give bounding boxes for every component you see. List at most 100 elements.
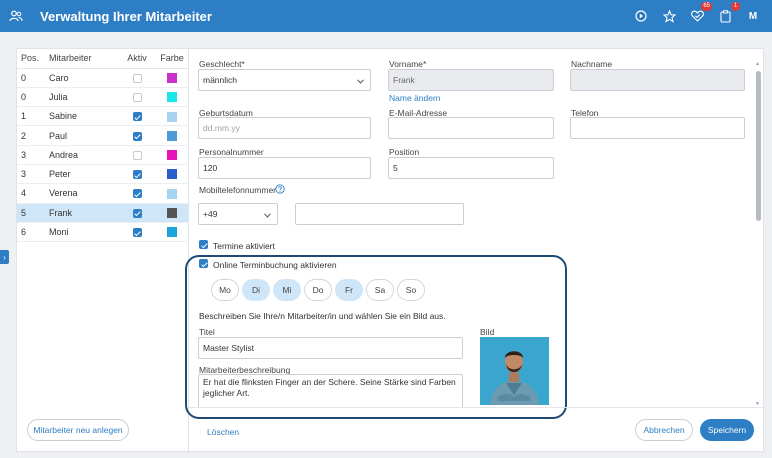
row-active-checkbox[interactable]: [132, 93, 142, 102]
row-pos: 6: [17, 222, 49, 243]
table-row[interactable]: 5 Frank: [17, 203, 189, 223]
day-toggle-sa[interactable]: Sa: [366, 279, 394, 301]
heart-check-icon[interactable]: 65: [690, 2, 712, 23]
appointments-label: Termine aktiviert: [213, 241, 275, 251]
clipboard-icon[interactable]: 1: [718, 2, 740, 23]
row-color-swatch[interactable]: [167, 169, 177, 180]
row-color-swatch[interactable]: [167, 208, 177, 219]
row-name: Sabine: [49, 106, 119, 127]
row-active-checkbox[interactable]: [132, 112, 142, 122]
row-color-swatch[interactable]: [167, 150, 177, 161]
table-row[interactable]: 0 Julia: [17, 87, 189, 108]
row-active-checkbox[interactable]: [132, 73, 142, 83]
row-active-cell: [119, 87, 155, 108]
birthdate-input[interactable]: dd.mm.yy: [198, 117, 371, 139]
save-button[interactable]: Speichern: [700, 419, 754, 441]
user-avatar[interactable]: M: [746, 9, 760, 23]
delete-link[interactable]: Löschen: [207, 427, 239, 437]
row-color-cell: [155, 106, 189, 127]
col-name: Mitarbeiter: [49, 49, 119, 69]
employee-list-panel: Pos. Mitarbeiter Aktiv Farbe 0 Caro 0 Julia…: [17, 49, 189, 453]
table-row[interactable]: 3 Peter: [17, 164, 189, 185]
play-circle-icon[interactable]: [634, 9, 648, 23]
col-pos: Pos.: [17, 49, 49, 69]
day-toggle-mi[interactable]: Mi: [273, 279, 301, 301]
row-pos: 0: [17, 68, 49, 88]
title-input[interactable]: Master Stylist: [198, 337, 463, 359]
online-booking-description: Beschreiben Sie Ihre/n Mitarbeiter/in un…: [199, 311, 446, 321]
row-color-swatch[interactable]: [167, 130, 177, 141]
country-code-value: +49: [203, 209, 218, 219]
country-code-select[interactable]: +49: [198, 203, 278, 225]
position-value: 5: [393, 163, 398, 173]
day-toggle-do[interactable]: Do: [304, 279, 332, 301]
row-active-cell: [119, 164, 155, 185]
day-toggle-so[interactable]: So: [397, 279, 425, 301]
table-row[interactable]: 6 Moni: [17, 222, 189, 243]
row-name: Paul: [49, 125, 119, 146]
phone-input[interactable]: [570, 117, 745, 139]
staff-number-input[interactable]: 120: [198, 157, 371, 179]
online-booking-label: Online Terminbuchung aktivieren: [213, 260, 337, 270]
day-toggle-mo[interactable]: Mo: [211, 279, 239, 301]
table-row[interactable]: 1 Sabine: [17, 106, 189, 127]
row-color-swatch[interactable]: [167, 227, 177, 238]
row-color-swatch[interactable]: [167, 111, 177, 122]
sidebar-expand-button[interactable]: ›: [0, 250, 9, 264]
image-label: Bild: [480, 327, 495, 337]
star-outline-icon[interactable]: [662, 9, 676, 23]
position-input[interactable]: 5: [388, 157, 554, 179]
row-color-swatch[interactable]: [167, 72, 177, 83]
row-active-checkbox[interactable]: [132, 170, 142, 180]
row-name: Peter: [49, 164, 119, 185]
employee-photo[interactable]: [480, 337, 549, 405]
title-value: Master Stylist: [203, 343, 255, 353]
cancel-button[interactable]: Abbrechen: [635, 419, 693, 441]
row-active-checkbox[interactable]: [132, 150, 142, 160]
footer-divider: [189, 407, 765, 408]
appointments-checkbox[interactable]: [199, 240, 208, 249]
help-circle-icon[interactable]: [275, 184, 285, 196]
form-scrollbar[interactable]: ▲ ▼: [755, 61, 763, 407]
users-icon[interactable]: [0, 10, 32, 22]
row-name: Julia: [49, 87, 119, 108]
row-active-cell: [119, 183, 155, 204]
lastname-label: Nachname: [571, 59, 613, 69]
description-value: Er hat die flinksten Finger an der Scher…: [203, 377, 456, 398]
table-row[interactable]: 2 Paul: [17, 125, 189, 146]
row-pos: 4: [17, 183, 49, 204]
title-label: Titel: [199, 327, 215, 337]
page-title: Verwaltung Ihrer Mitarbeiter: [40, 8, 212, 24]
table-row[interactable]: 0 Caro: [17, 68, 189, 88]
row-active-checkbox[interactable]: [132, 208, 142, 218]
row-active-checkbox[interactable]: [132, 189, 142, 199]
row-color-cell: [155, 68, 189, 88]
row-color-swatch[interactable]: [167, 188, 177, 199]
row-color-cell: [155, 164, 189, 185]
row-pos: 5: [17, 203, 49, 223]
gender-select[interactable]: männlich: [198, 69, 371, 91]
description-textarea[interactable]: Er hat die flinksten Finger an der Scher…: [198, 374, 463, 408]
row-color-swatch[interactable]: [167, 92, 177, 103]
table-row[interactable]: 4 Verena: [17, 183, 189, 204]
day-toggle-fr[interactable]: Fr: [335, 279, 363, 301]
firstname-label: Vorname*: [389, 59, 427, 69]
day-toggle-di[interactable]: Di: [242, 279, 270, 301]
email-input[interactable]: [388, 117, 554, 139]
row-active-checkbox[interactable]: [132, 131, 142, 141]
rename-link[interactable]: Name ändern: [389, 93, 441, 103]
employee-photo-image: [480, 337, 549, 405]
row-active-cell: [119, 203, 155, 223]
lastname-input: [570, 69, 745, 91]
online-booking-checkbox[interactable]: [199, 259, 208, 268]
mobile-input[interactable]: [295, 203, 464, 225]
row-pos: 3: [17, 145, 49, 165]
row-active-checkbox[interactable]: [132, 228, 142, 238]
new-employee-button[interactable]: Mitarbeiter neu anlegen: [27, 419, 129, 441]
scrollbar-thumb[interactable]: [756, 71, 761, 221]
scroll-up-icon[interactable]: ▲: [755, 61, 760, 67]
chevron-down-icon: [264, 210, 271, 220]
table-row[interactable]: 3 Andrea: [17, 145, 189, 165]
chevron-right-icon: ›: [3, 252, 6, 262]
firstname-input: Frank: [388, 69, 554, 91]
